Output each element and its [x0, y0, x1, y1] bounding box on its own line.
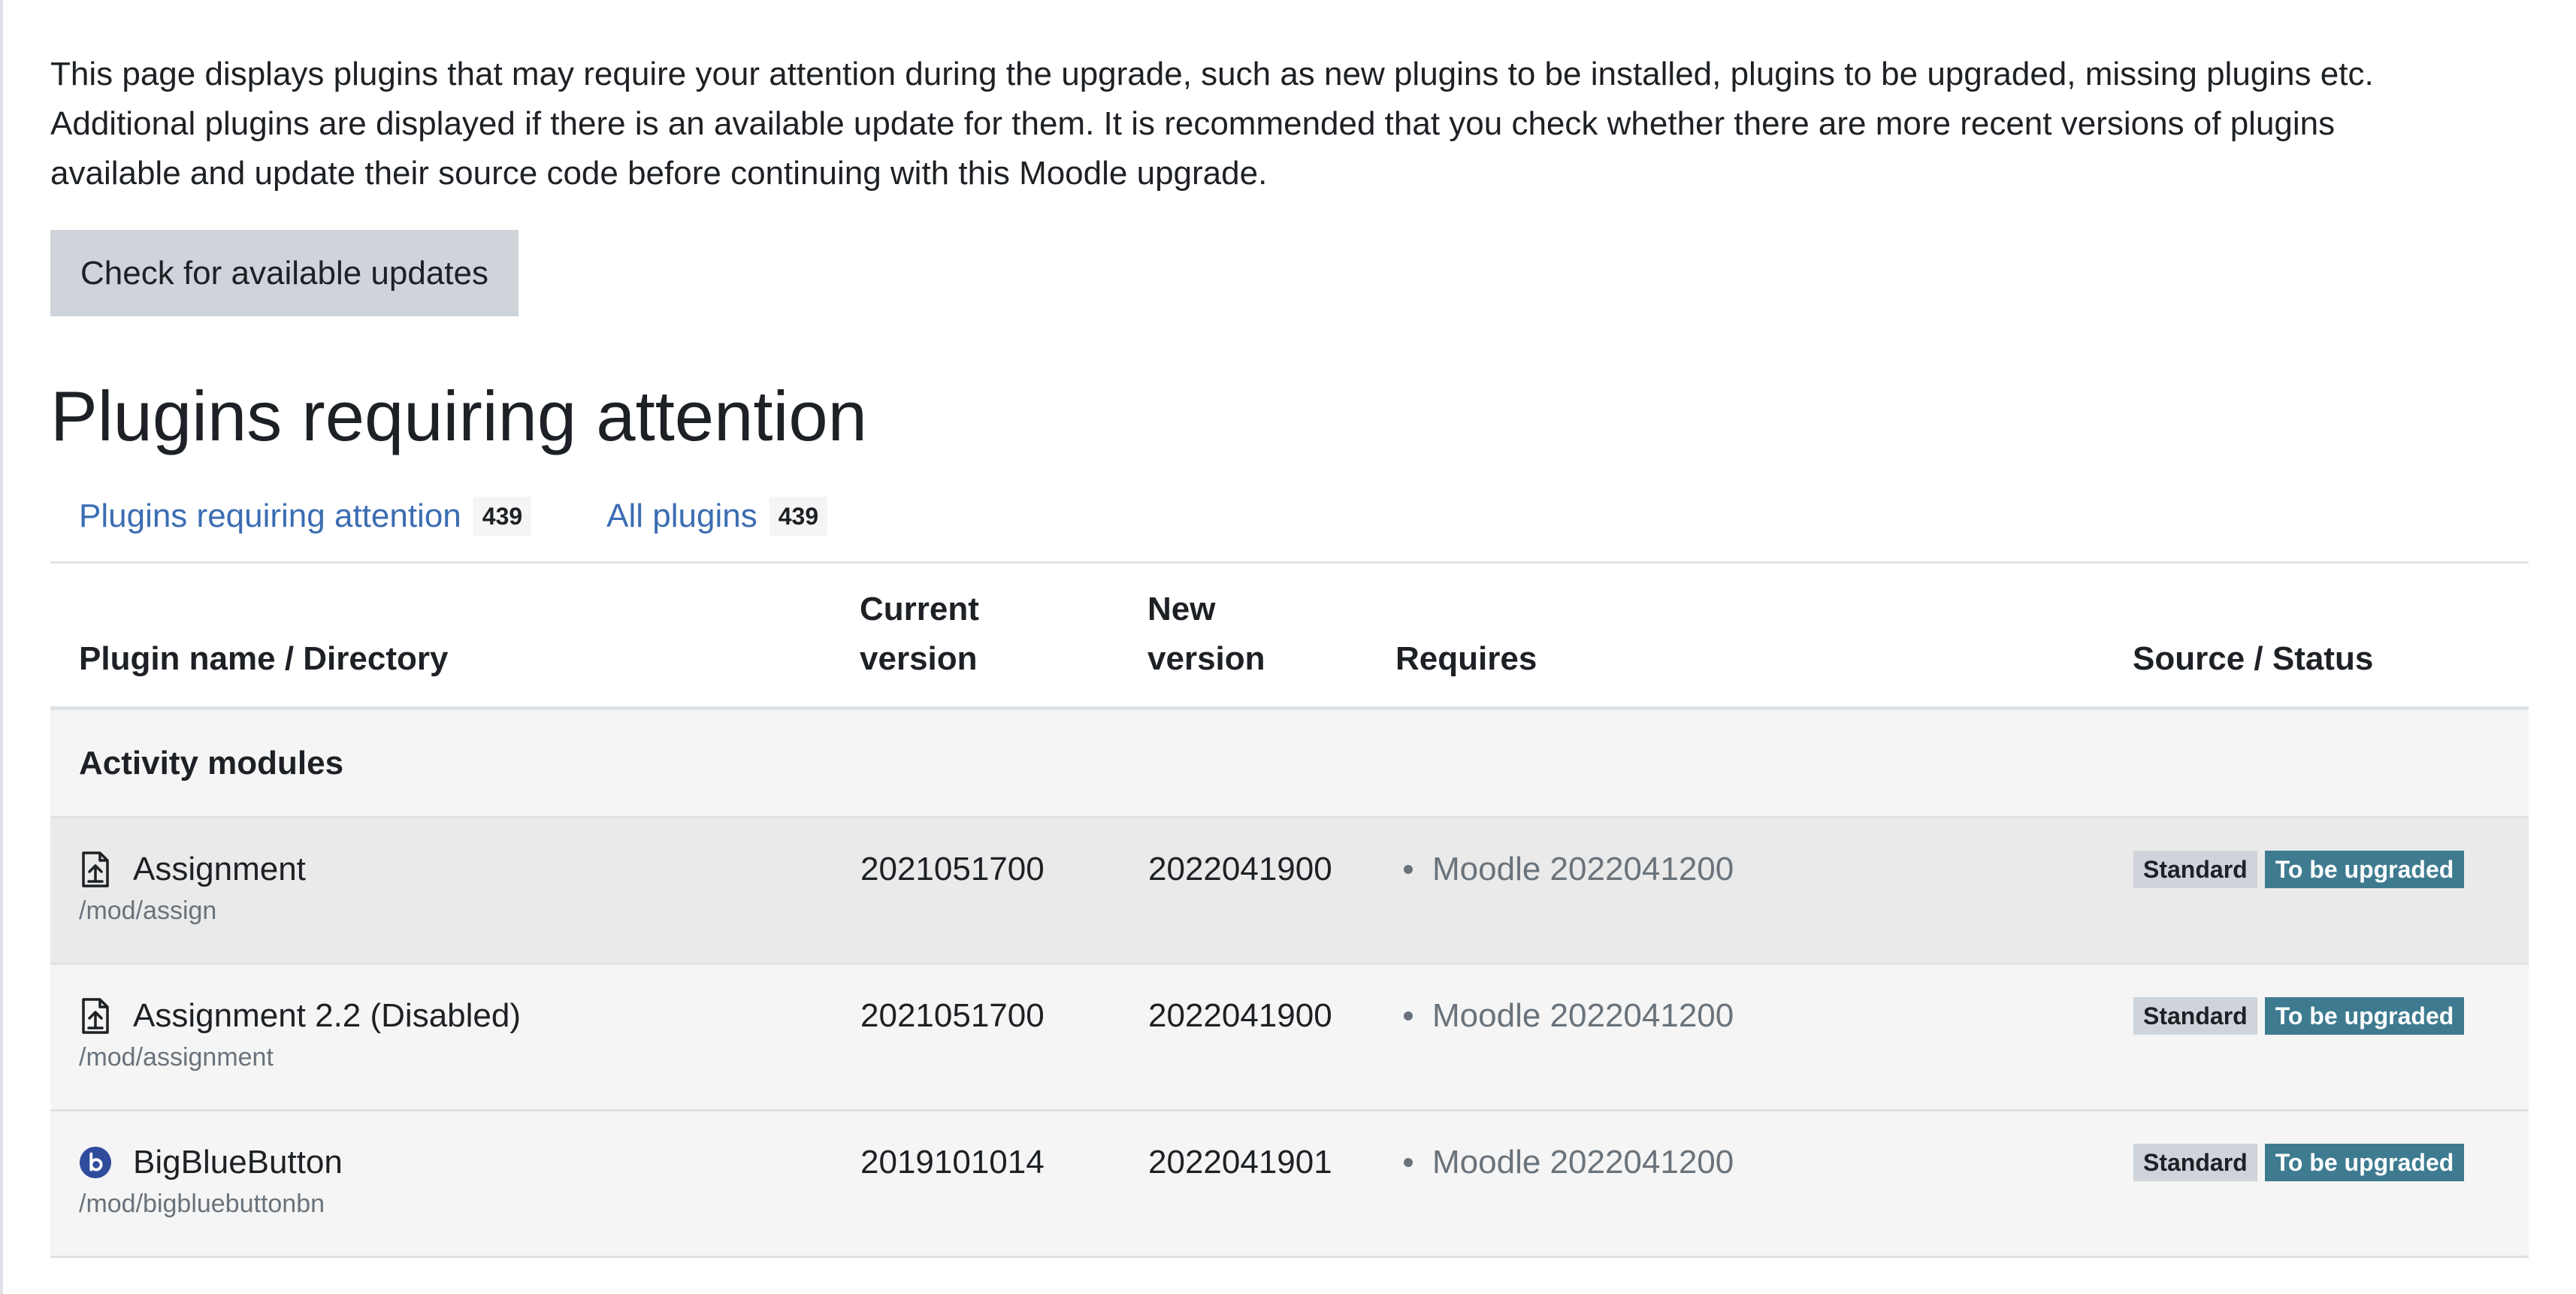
bullet-icon — [1404, 1011, 1413, 1020]
plugin-name-line: Assignment — [79, 848, 859, 890]
header-current-version: Current version — [860, 564, 1147, 710]
requirement-item: Moodle 2022041200 — [1396, 848, 2132, 890]
header-source-status: Source / Status — [2133, 564, 2529, 710]
plugins-table-wrapper: Plugin name / Directory Current version … — [50, 561, 2529, 1258]
table-row: Assignment 2.2 (Disabled) /mod/assignmen… — [50, 963, 2529, 1111]
requirement-text: Moodle 2022041200 — [1432, 851, 1734, 887]
assignment-icon — [79, 851, 112, 887]
intro-line-1: This page displays plugins that may requ… — [50, 56, 2374, 92]
table-row: BigBlueButton /mod/bigbluebuttonbn 20191… — [50, 1110, 2529, 1258]
requires-cell: Moodle 2022041200 — [1395, 1110, 2133, 1258]
current-version: 2021051700 — [860, 817, 1147, 965]
group-row-activity-modules: Activity modules — [50, 708, 2529, 818]
intro-paragraph: This page displays plugins that may requ… — [50, 50, 2500, 198]
intro-line-3: available and update their source code b… — [50, 155, 1268, 192]
source-status-cell: Standard To be upgraded — [2133, 1110, 2529, 1258]
header-new-line-2: version — [1147, 640, 1265, 677]
source-status-cell: Standard To be upgraded — [2133, 817, 2529, 965]
bullet-icon — [1404, 1158, 1413, 1167]
plugin-name-cell: BigBlueButton /mod/bigbluebuttonbn — [50, 1110, 860, 1258]
source-badge: Standard — [2133, 851, 2257, 888]
plugins-check-page: This page displays plugins that may requ… — [50, 0, 2529, 1258]
current-version: 2019101014 — [860, 1110, 1147, 1258]
header-new-version: New version — [1147, 564, 1395, 710]
plugin-name-line: Assignment 2.2 (Disabled) — [79, 995, 859, 1037]
new-version: 2022041901 — [1147, 1110, 1395, 1258]
table-header-row: Plugin name / Directory Current version … — [50, 564, 2529, 710]
tab-plugins-requiring-attention[interactable]: Plugins requiring attention 439 — [79, 497, 532, 536]
source-badge: Standard — [2133, 997, 2257, 1035]
page-left-border — [0, 0, 3, 1294]
bigbluebutton-icon — [79, 1144, 112, 1181]
bullet-icon — [1404, 865, 1413, 874]
plugin-directory: /mod/assignment — [79, 1043, 274, 1072]
count-badge: 439 — [769, 497, 828, 536]
tab-label: All plugins — [606, 497, 757, 534]
plugin-name: BigBlueButton — [133, 1144, 343, 1181]
plugin-name: Assignment — [133, 851, 306, 887]
source-badge: Standard — [2133, 1144, 2257, 1181]
new-version: 2022041900 — [1147, 963, 1395, 1111]
plugin-directory: /mod/assign — [79, 896, 217, 925]
requires-cell: Moodle 2022041200 — [1395, 963, 2133, 1111]
plugin-filter-tabs: Plugins requiring attention 439 All plug… — [50, 486, 2529, 546]
count-badge: 439 — [473, 497, 532, 536]
header-requires: Requires — [1395, 564, 2133, 710]
intro-line-2: Additional plugins are displayed if ther… — [50, 105, 2336, 142]
new-version: 2022041900 — [1147, 817, 1395, 965]
status-badge: To be upgraded — [2264, 997, 2465, 1035]
source-status-cell: Standard To be upgraded — [2133, 963, 2529, 1111]
tab-label: Plugins requiring attention — [79, 497, 461, 534]
header-plugin-name: Plugin name / Directory — [50, 564, 860, 710]
requirement-text: Moodle 2022041200 — [1432, 1144, 1734, 1181]
group-title: Activity modules — [50, 708, 2529, 818]
table-row: Assignment /mod/assign 2021051700 202204… — [50, 817, 2529, 965]
current-version: 2021051700 — [860, 963, 1147, 1111]
plugin-name-cell: Assignment /mod/assign — [50, 817, 860, 965]
requirement-text: Moodle 2022041200 — [1432, 997, 1734, 1034]
page-heading: Plugins requiring attention — [50, 376, 867, 455]
status-badges: Standard To be upgraded — [2133, 995, 2528, 1037]
header-new-line-1: New — [1147, 591, 1216, 627]
requires-cell: Moodle 2022041200 — [1395, 817, 2133, 965]
assignment-icon — [79, 998, 112, 1034]
header-current-line-2: version — [860, 640, 978, 677]
plugins-table: Plugin name / Directory Current version … — [50, 564, 2529, 1258]
status-badge: To be upgraded — [2264, 1144, 2465, 1181]
header-current-line-1: Current — [860, 591, 979, 627]
status-badges: Standard To be upgraded — [2133, 1141, 2528, 1184]
requirement-item: Moodle 2022041200 — [1396, 995, 2132, 1037]
plugin-name-line: BigBlueButton — [79, 1141, 859, 1184]
status-badge: To be upgraded — [2264, 851, 2465, 888]
requirement-item: Moodle 2022041200 — [1396, 1141, 2132, 1184]
status-badges: Standard To be upgraded — [2133, 848, 2528, 890]
check-updates-button[interactable]: Check for available updates — [50, 230, 519, 316]
plugin-directory: /mod/bigbluebuttonbn — [79, 1190, 325, 1218]
plugin-name: Assignment 2.2 (Disabled) — [133, 997, 522, 1034]
tab-all-plugins[interactable]: All plugins 439 — [606, 497, 828, 536]
plugin-name-cell: Assignment 2.2 (Disabled) /mod/assignmen… — [50, 963, 860, 1111]
